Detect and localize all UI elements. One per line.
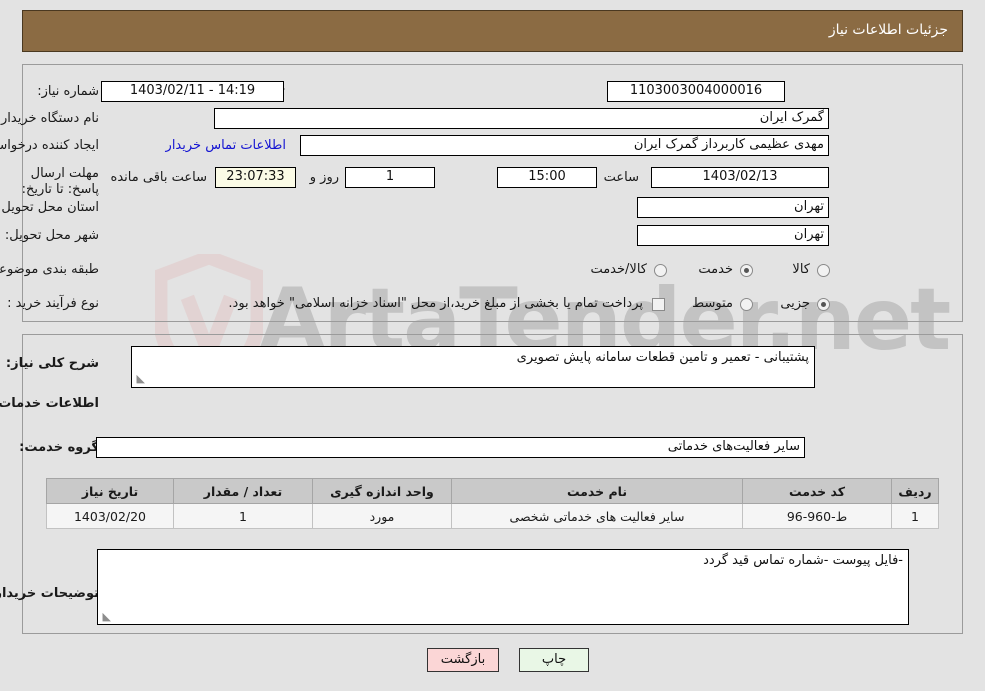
deadline-hour-value: 15:00 — [497, 167, 597, 188]
service-group-label: گروه خدمت: — [19, 440, 99, 455]
page-title: جزئیات اطلاعات نیاز — [828, 22, 948, 38]
city-value: تهران — [637, 225, 829, 246]
province-value: تهران — [637, 197, 829, 218]
cell-quantity: 1 — [173, 503, 313, 529]
treasury-checkbox-label: پرداخت تمام یا بخشی از مبلغ خرید،از محل … — [228, 296, 643, 311]
buyer-notes-textarea[interactable]: -فایل پیوست -شماره تماس قید گردد — [97, 549, 909, 625]
category-radio-khedmat[interactable] — [740, 264, 753, 277]
process-label-motavasset: متوسط — [692, 296, 733, 311]
deadline-label: مهلت ارسال پاسخ: تا تاریخ: — [21, 166, 99, 197]
category-radio-kala[interactable] — [817, 264, 830, 277]
category-label-kala: کالا — [792, 262, 810, 277]
col-name: نام خدمت — [451, 478, 743, 504]
category-label-kala-khedmat: کالا/خدمت — [590, 262, 647, 277]
general-desc-textarea[interactable]: پشتیبانی - تعمیر و تامین قطعات سامانه پا… — [131, 346, 815, 388]
creator-label: ایجاد کننده درخواست: — [0, 138, 99, 153]
process-radio-motavasset[interactable] — [740, 298, 753, 311]
page-root: ArtaTender.net جزئیات اطلاعات نیاز شماره… — [0, 0, 985, 691]
remaining-time-label: ساعت باقی مانده — [110, 170, 207, 185]
deadline-hour-label: ساعت — [603, 170, 639, 185]
page-header-bar: جزئیات اطلاعات نیاز — [22, 10, 963, 52]
remaining-time-value: 23:07:33 — [215, 167, 296, 188]
col-unit: واحد اندازه گیری — [312, 478, 452, 504]
creator-value: مهدی عظیمی کاربرداز گمرک ایران — [300, 135, 829, 156]
cell-name: سایر فعالیت های خدماتی شخصی — [451, 503, 743, 529]
general-desc-label: شرح کلی نیاز: — [5, 356, 99, 371]
services-table: ردیف کد خدمت نام خدمت واحد اندازه گیری ت… — [46, 478, 939, 529]
province-label: استان محل تحویل: — [0, 200, 99, 215]
print-button[interactable]: چاپ — [519, 648, 589, 672]
treasury-checkbox[interactable] — [652, 298, 665, 311]
process-label-jozi: جزیی — [780, 296, 810, 311]
category-label: طبقه بندی موضوعی: — [0, 262, 99, 277]
service-group-value: سایر فعالیت‌های خدماتی — [96, 437, 805, 458]
col-date: تاریخ نیاز — [46, 478, 174, 504]
back-button[interactable]: بازگشت — [427, 648, 499, 672]
buyer-contact-link[interactable]: اطلاعات تماس خریدار — [166, 138, 286, 153]
table-row: 1 ط-960-96 سایر فعالیت های خدماتی شخصی م… — [46, 503, 939, 529]
remaining-days-label: روز و — [309, 170, 339, 185]
buyer-org-value: گمرک ایران — [214, 108, 829, 129]
process-label: نوع فرآیند خرید : — [7, 296, 99, 311]
need-number-label: شماره نیاز: — [37, 84, 99, 99]
need-number-value: 1103003004000016 — [607, 81, 785, 102]
col-quantity: تعداد / مقدار — [173, 478, 313, 504]
deadline-date-value: 1403/02/13 — [651, 167, 829, 188]
process-radio-jozi[interactable] — [817, 298, 830, 311]
buyer-org-label: نام دستگاه خریدار: — [0, 111, 99, 126]
buyer-notes-label: توضیحات خریدار: — [0, 586, 99, 601]
city-label: شهر محل تحویل: — [4, 228, 99, 243]
cell-code: ط-960-96 — [742, 503, 892, 529]
table-header-row: ردیف کد خدمت نام خدمت واحد اندازه گیری ت… — [46, 478, 939, 504]
services-info-title: اطلاعات خدمات مورد نیاز — [0, 396, 99, 411]
category-label-khedmat: خدمت — [698, 262, 733, 277]
need-info-panel — [22, 64, 963, 322]
remaining-days-value: 1 — [345, 167, 435, 188]
category-radio-kala-khedmat[interactable] — [654, 264, 667, 277]
cell-date: 1403/02/20 — [46, 503, 174, 529]
col-code: کد خدمت — [742, 478, 892, 504]
announce-datetime-value: 14:19 - 1403/02/11 — [101, 81, 284, 102]
col-index: ردیف — [891, 478, 939, 504]
cell-index: 1 — [891, 503, 939, 529]
cell-unit: مورد — [312, 503, 452, 529]
